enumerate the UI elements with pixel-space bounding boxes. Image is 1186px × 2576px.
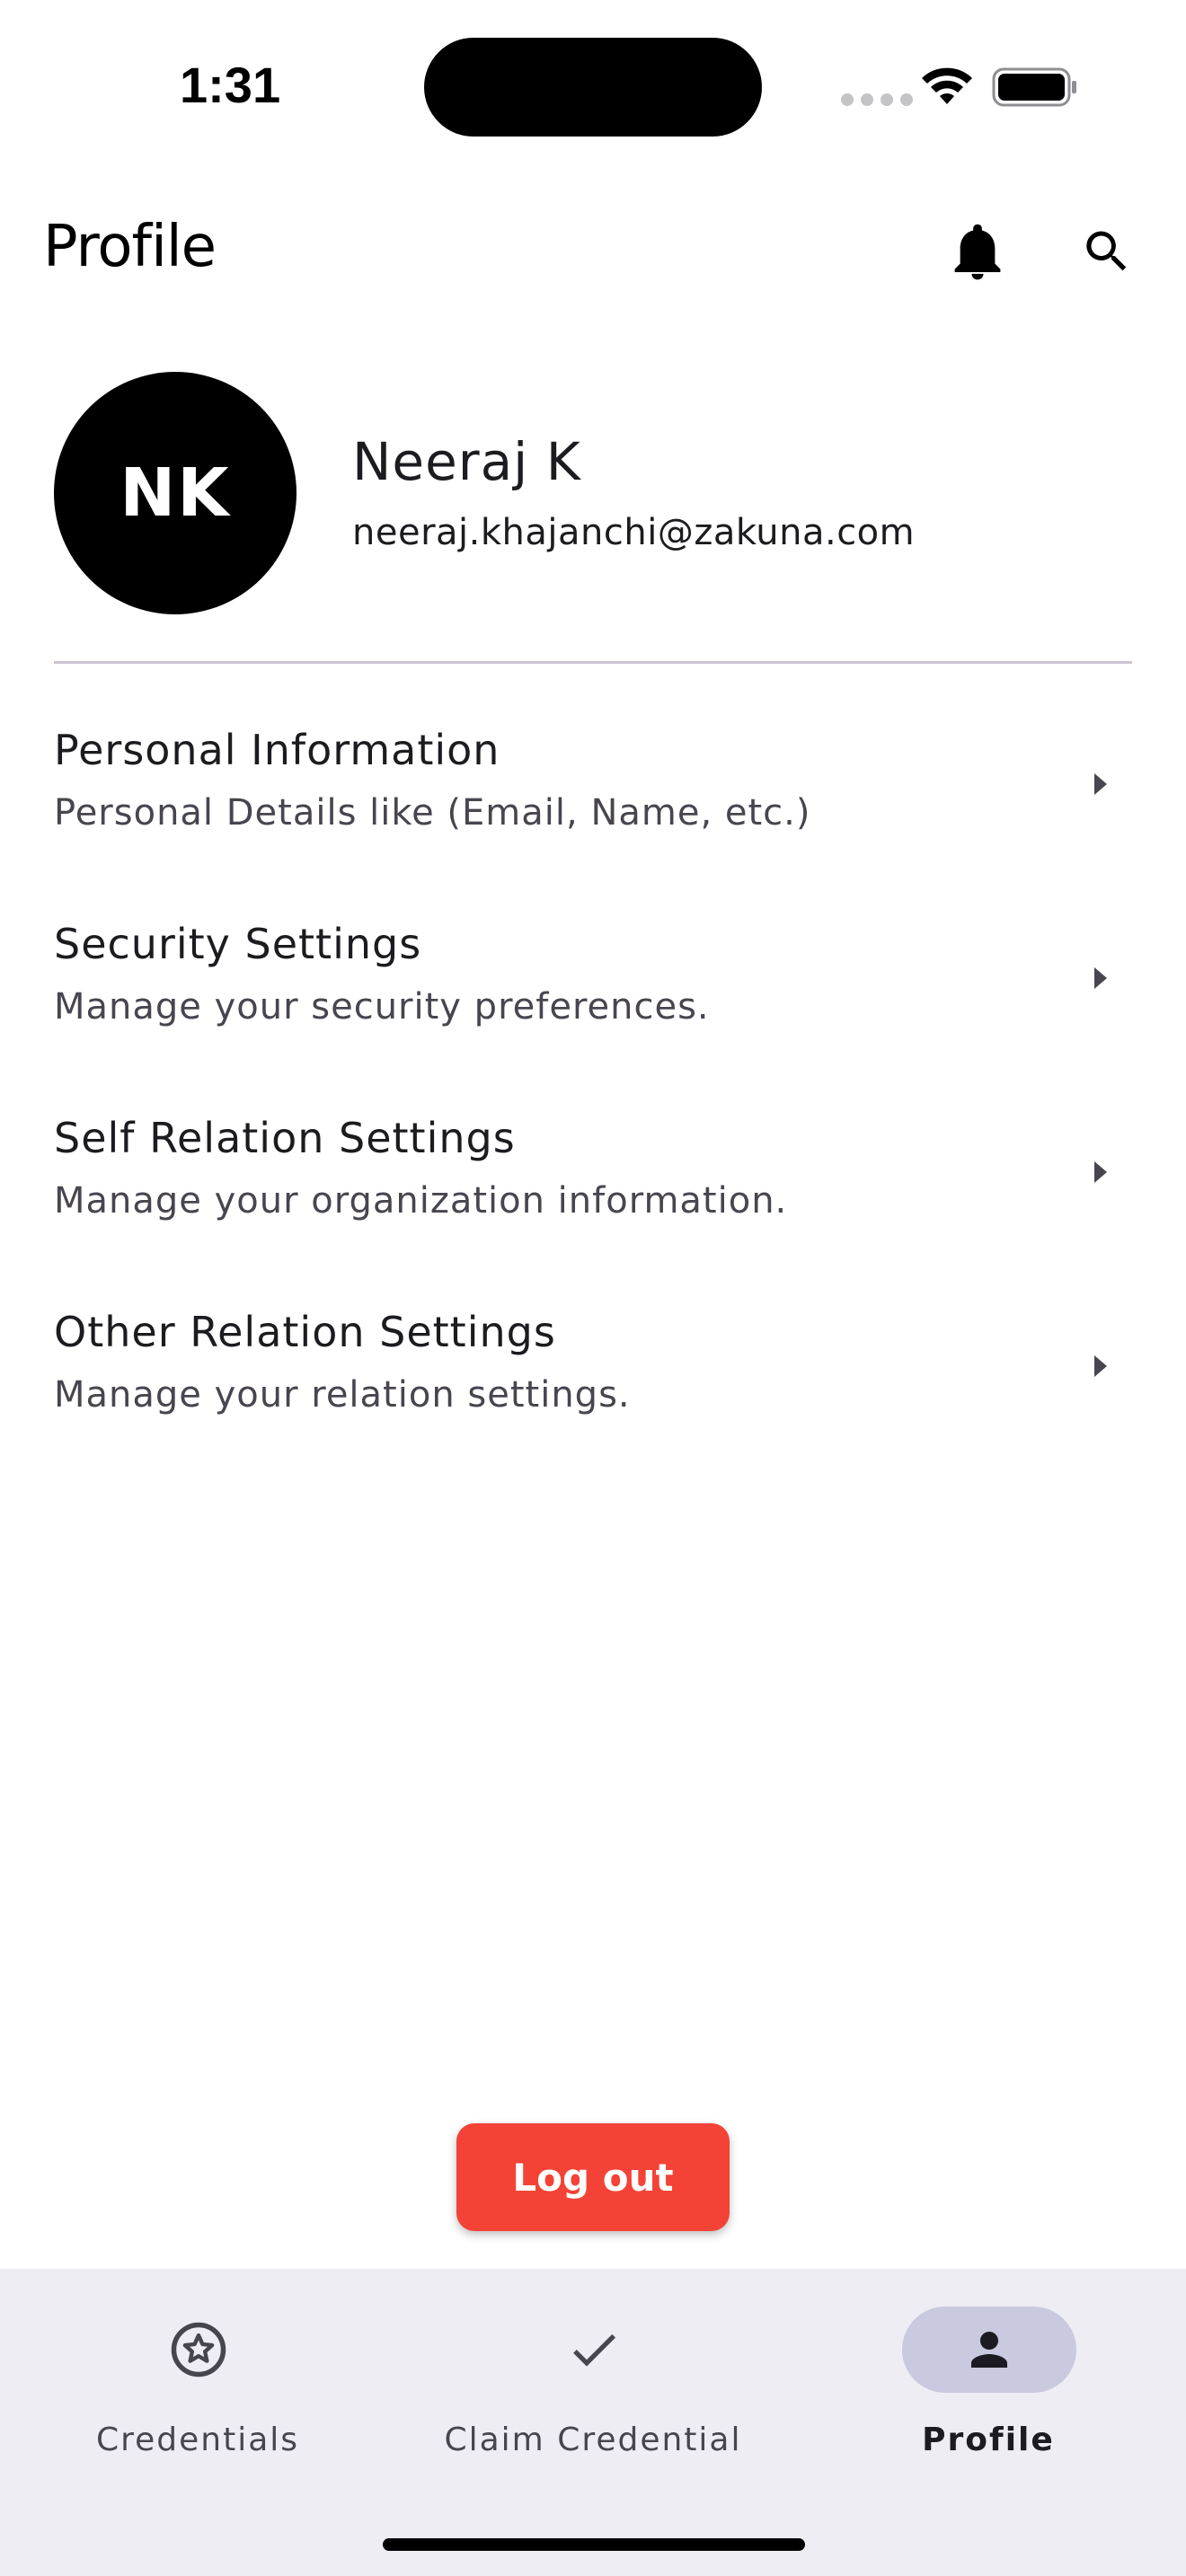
star-badge-icon: [171, 2322, 226, 2378]
status-bar: 1:31: [0, 0, 1186, 162]
battery-icon: [992, 67, 1076, 107]
wifi-icon: [922, 67, 972, 104]
user-email: neeraj.khajanchi@zakuna.com: [352, 512, 916, 553]
nav-icon-container: [507, 2307, 681, 2393]
home-indicator[interactable]: [383, 2538, 805, 2551]
nav-label: Credentials: [95, 2422, 300, 2458]
settings-list: Personal Information Personal Details li…: [0, 710, 1186, 1486]
profile-screen: 1:31 Profile NK Neeraj K neeraj.khajanch…: [0, 0, 1186, 2576]
chevron-right-icon: [1094, 967, 1107, 989]
nav-item-claim-credential[interactable]: Claim Credential: [395, 2269, 791, 2466]
dynamic-island: [424, 38, 762, 137]
chevron-right-icon: [1094, 773, 1107, 795]
notifications-button[interactable]: [933, 207, 1022, 296]
settings-item-title: Self Relation Settings: [54, 1114, 516, 1162]
chevron-right-icon: [1094, 1161, 1107, 1183]
nav-item-profile[interactable]: Profile: [791, 2269, 1186, 2466]
chevron-right-icon: [1094, 1355, 1107, 1377]
person-icon: [971, 2332, 1007, 2368]
cellular-signal-icon: [841, 93, 913, 106]
divider: [54, 661, 1132, 664]
nav-active-indicator: [902, 2307, 1076, 2393]
settings-item-subtitle: Personal Details like (Email, Name, etc.…: [54, 792, 811, 834]
settings-item-subtitle: Manage your relation settings.: [54, 1374, 631, 1416]
settings-item-title: Other Relation Settings: [54, 1308, 556, 1356]
logout-button[interactable]: Log out: [456, 2123, 730, 2231]
settings-item-other-relation-settings[interactable]: Other Relation Settings Manage your rela…: [0, 1292, 1186, 1486]
settings-item-self-relation-settings[interactable]: Self Relation Settings Manage your organ…: [0, 1098, 1186, 1292]
settings-item-subtitle: Manage your security preferences.: [54, 986, 710, 1028]
page-title: Profile: [43, 214, 217, 280]
settings-item-title: Security Settings: [54, 920, 422, 968]
user-name: Neeraj K: [352, 431, 581, 492]
settings-item-subtitle: Manage your organization information.: [54, 1180, 788, 1222]
nav-item-credentials[interactable]: Credentials: [0, 2269, 395, 2466]
avatar: NK: [54, 372, 296, 614]
nav-label: Profile: [922, 2422, 1055, 2458]
nav-icon-container: [111, 2307, 286, 2393]
app-bar: Profile: [0, 198, 1186, 305]
status-time: 1:31: [180, 57, 281, 113]
bell-icon: [954, 224, 1001, 280]
search-icon: [1086, 231, 1127, 271]
nav-label: Claim Credential: [444, 2422, 742, 2458]
settings-item-personal-information[interactable]: Personal Information Personal Details li…: [0, 710, 1186, 904]
search-button[interactable]: [1062, 207, 1152, 296]
bottom-navigation: Credentials Claim Credential Profile: [0, 2269, 1186, 2576]
settings-item-title: Personal Information: [54, 726, 500, 774]
checkmark-icon: [573, 2333, 615, 2367]
settings-item-security-settings[interactable]: Security Settings Manage your security p…: [0, 904, 1186, 1098]
